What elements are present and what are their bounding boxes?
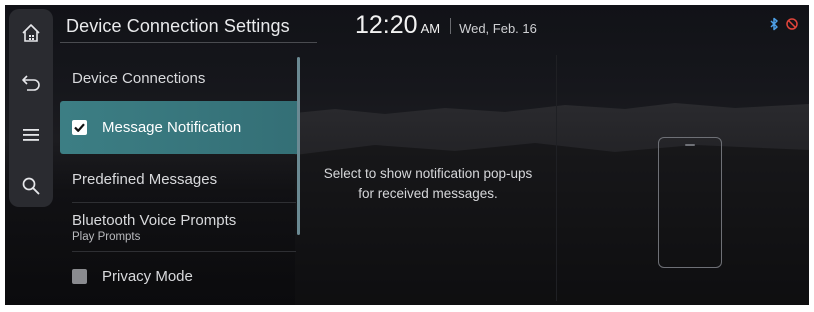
side-rail: [9, 9, 53, 207]
clock-date: Wed, Feb. 16: [459, 21, 537, 36]
description-line: Select to show notification pop-ups: [323, 166, 533, 181]
back-icon: [22, 75, 40, 91]
menu-item-label: Message Notification: [102, 119, 242, 136]
no-signal-icon: [786, 18, 798, 30]
page-title: Device Connection Settings: [66, 16, 290, 36]
menu-item-predefined-messages[interactable]: Predefined Messages: [60, 154, 300, 202]
mountain-background: [295, 103, 809, 305]
menu-item-device-connections[interactable]: Device Connections: [60, 52, 300, 102]
status-icons: [767, 17, 799, 31]
menu-item-label: Predefined Messages: [72, 171, 218, 188]
bluetooth-icon: [770, 17, 778, 31]
home-button[interactable]: [9, 15, 53, 51]
menu-scrollbar[interactable]: [297, 57, 300, 235]
menu-item-label: Device Connections: [72, 70, 206, 87]
menu-item-bluetooth-voice-prompts[interactable]: Bluetooth Voice Prompts Play Prompts: [60, 203, 300, 251]
clock-ampm: AM: [420, 21, 441, 36]
clock-separator: [450, 17, 452, 34]
menu-item-message-notification[interactable]: Message Notification: [60, 101, 300, 154]
panel-divider: [556, 55, 557, 301]
menu-item-sublabel: Play Prompts: [72, 231, 141, 243]
search-icon: [22, 177, 40, 195]
search-button[interactable]: [9, 168, 53, 204]
description-text: Select to show notification pop-ups for …: [305, 164, 551, 204]
screen: Device Connection Settings 12:20 AM Wed,…: [5, 5, 809, 305]
phone-preview: [658, 137, 722, 268]
description-line: for received messages.: [358, 186, 498, 201]
clock-time: 12:20: [355, 11, 418, 39]
checkbox-unchecked[interactable]: [72, 269, 87, 284]
menu-button[interactable]: [9, 117, 53, 153]
menu-icon: [23, 129, 39, 141]
phone-notch: [685, 144, 695, 146]
menu-item-privacy-mode[interactable]: Privacy Mode: [60, 252, 300, 300]
title-divider: [60, 42, 317, 43]
menu-item-label: Privacy Mode: [102, 268, 193, 285]
menu-item-label: Bluetooth Voice Prompts: [72, 212, 237, 229]
clock: 12:20 AM Wed, Feb. 16: [355, 11, 537, 40]
back-button[interactable]: [9, 65, 53, 101]
home-icon: [22, 24, 40, 42]
checkmark-icon: [74, 123, 85, 132]
checkbox-checked[interactable]: [72, 120, 87, 135]
